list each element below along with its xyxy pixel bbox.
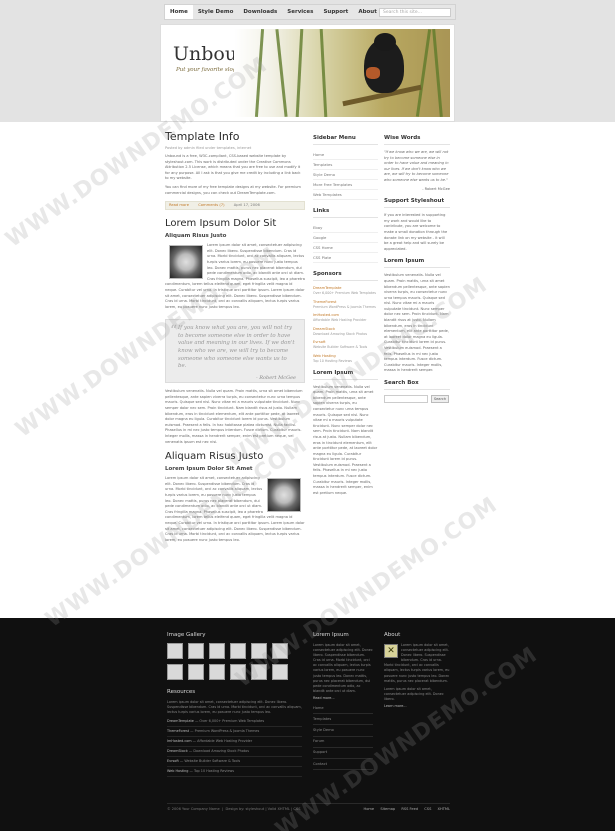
footer-col-about: About ✕ Lorem ipsum dolor sit amet, cons… xyxy=(384,632,450,711)
nav-search-input[interactable]: Search this site... xyxy=(379,8,451,17)
resource-row[interactable]: Web Hosting — Top 10 Hosting Reviews xyxy=(167,767,302,778)
resource-name: Web Hosting xyxy=(167,769,189,774)
bottom-link-xhtml[interactable]: XHTML xyxy=(438,807,450,811)
resource-row[interactable]: ImHosted.com — Affordable Web Hosting Pr… xyxy=(167,737,302,748)
quote-text: If you know what you are, you will not t… xyxy=(178,325,295,370)
copyright: © 2006 Your Company Name xyxy=(167,807,220,811)
sidebar-left: Sidebar Menu Home Templates Style Demo M… xyxy=(313,133,378,499)
links-title: Links xyxy=(313,208,378,218)
nav-home[interactable]: Home xyxy=(165,5,193,19)
resource-row[interactable]: DreamTemplate — Over 6,000+ Premium Web … xyxy=(167,717,302,728)
main-nav: Home Style Demo Downloads Services Suppo… xyxy=(164,4,456,20)
footer-nav-item[interactable]: Home xyxy=(313,703,373,715)
resource-row[interactable]: DreamStock — Download Amazing Stock Phot… xyxy=(167,747,302,758)
search-button[interactable]: Search xyxy=(431,395,449,403)
sidebar-item-templates[interactable]: Templates xyxy=(313,160,378,170)
about-text-2: Lorem ipsum dolor sit amet, consectetuer… xyxy=(384,686,444,701)
bottom-link-css[interactable]: CSS xyxy=(424,807,431,811)
firefox-image xyxy=(169,245,203,280)
intro-paragraph-2: You can find more of my free template de… xyxy=(165,184,301,195)
resource-row[interactable]: ThemeForest — Premium WordPress & Joomla… xyxy=(167,727,302,738)
resources-title: Resources xyxy=(167,689,196,695)
sponsor-desc: Download Amazing Stock Photos xyxy=(313,331,368,336)
sponsors-title: Sponsors xyxy=(313,271,378,281)
sidebar-item-web-templates[interactable]: Web Templates xyxy=(313,190,378,200)
footer-bottom-links: Home Sitemap RSS Feed CSS XHTML xyxy=(359,807,450,811)
sponsor-link[interactable]: ThemeForest xyxy=(313,300,378,304)
resource-row[interactable]: Evrsoft — Website Builder Software & Too… xyxy=(167,757,302,768)
post-date: April 17, 2006 xyxy=(233,203,260,208)
resource-name: DreamStock xyxy=(167,749,188,754)
sponsor-link[interactable]: DreamStock xyxy=(313,327,378,331)
bottom-link-sitemap[interactable]: Sitemap xyxy=(380,807,395,811)
link-ebay[interactable]: Ebay xyxy=(313,223,378,233)
bottom-link-rss[interactable]: RSS Feed xyxy=(401,807,418,811)
gallery-thumb[interactable] xyxy=(230,643,246,659)
post-footer-bar: Read more Comments (7) April 17, 2006 xyxy=(165,201,305,211)
post1-title: Lorem Ipsum Dolor Sit xyxy=(165,218,277,230)
nav-downloads[interactable]: Downloads xyxy=(238,5,282,19)
sponsor-link[interactable]: Evrsoft xyxy=(313,340,378,344)
footer-col-lorem: Lorem Ipsum Lorem ipsum dolor sit amet, … xyxy=(313,632,373,771)
intro-paragraph-1: Unbound is a free, W3C-compliant, CSS-ba… xyxy=(165,154,301,181)
comments-link[interactable]: Comments (7) xyxy=(198,203,224,207)
sponsor-link[interactable]: ImHosted.com xyxy=(313,313,378,317)
nav-support[interactable]: Support xyxy=(318,5,353,19)
search-form: Search xyxy=(384,395,450,403)
resource-name: DreamTemplate xyxy=(167,719,194,724)
sponsor-link[interactable]: DreamTemplate xyxy=(313,286,378,290)
sidebar-item-style-demo[interactable]: Style Demo xyxy=(313,170,378,180)
nav-about[interactable]: About xyxy=(353,5,382,19)
sidebar-item-home[interactable]: Home xyxy=(313,150,378,160)
footer-nav-item[interactable]: Templates xyxy=(313,714,373,726)
gallery-thumb[interactable] xyxy=(188,664,204,680)
post-meta: Posted by admin filed under templates, i… xyxy=(165,146,252,150)
sponsor-desc: Affordable Web Hosting Provider xyxy=(313,318,367,323)
search-box-title: Search Box xyxy=(384,380,450,390)
firefox-image-2 xyxy=(267,478,301,513)
read-more-link[interactable]: Read more xyxy=(169,203,189,207)
wise-words-title: Wise Words xyxy=(384,135,450,145)
resource-desc: Website Builder Software & Tools xyxy=(184,759,241,764)
resource-name: ImHosted.com xyxy=(167,739,192,744)
link-css-plate[interactable]: CSS Plate xyxy=(313,253,378,263)
search-input[interactable] xyxy=(384,395,428,403)
sponsor-desc: Over 6,000+ Premium Web Templates xyxy=(313,291,376,295)
support-title: Support Styleshout xyxy=(384,198,450,209)
post1-subtitle: Aliquam Risus Justo xyxy=(165,233,227,240)
resource-desc: Over 6,000+ Premium Web Templates xyxy=(199,719,265,724)
sidebar-menu-title: Sidebar Menu xyxy=(313,135,378,145)
footer-nav-item[interactable]: Style Demo xyxy=(313,725,373,737)
nav-style-demo[interactable]: Style Demo xyxy=(193,5,239,19)
gallery-thumb[interactable] xyxy=(167,643,183,659)
resource-desc: Premium WordPress & Joomla Themes xyxy=(194,729,260,734)
quote-author: - Robert McGee xyxy=(255,374,296,381)
sidebar-item-more-templates[interactable]: More Free Templates xyxy=(313,180,378,190)
resource-name: ThemeForest xyxy=(167,729,190,734)
about-title: About xyxy=(384,632,401,638)
wise-words-text: "If we know who we are, we will not try … xyxy=(384,150,449,182)
resources-intro: Lorem ipsum dolor sit amet, consectetuer… xyxy=(167,700,302,715)
about-thumbnail: ✕ xyxy=(384,644,398,658)
resource-desc: Affordable Web Hosting Provider xyxy=(197,739,253,744)
sponsor-desc: Premium WordPress & Joomla Themes xyxy=(313,304,376,309)
support-text: If you are interested in supporting my w… xyxy=(384,213,448,251)
gallery-thumb[interactable] xyxy=(209,643,225,659)
footer-lorem-more[interactable]: Read more... xyxy=(313,696,373,701)
gallery-thumb[interactable] xyxy=(167,664,183,680)
gallery-thumb[interactable] xyxy=(209,664,225,680)
link-css-home[interactable]: CSS Home xyxy=(313,243,378,253)
gallery-thumb[interactable] xyxy=(188,643,204,659)
sidebar-right: Wise Words "If we know who we are, we wi… xyxy=(384,133,450,403)
bottom-link-home[interactable]: Home xyxy=(364,807,375,811)
resource-desc: Download Amazing Stock Photos xyxy=(193,749,249,754)
resource-name: Evrsoft xyxy=(167,759,179,764)
footer-lorem-text: Lorem ipsum dolor sit amet, consectetuer… xyxy=(313,643,373,693)
wise-words-author: - Robert McGee xyxy=(422,186,450,191)
footer-nav-item[interactable]: Forum xyxy=(313,737,373,748)
link-google[interactable]: Google xyxy=(313,233,378,243)
resource-desc: Top 10 Hosting Reviews xyxy=(193,769,235,774)
side2-lorem-title: Lorem Ipsum xyxy=(384,258,450,269)
nav-services[interactable]: Services xyxy=(282,5,318,19)
